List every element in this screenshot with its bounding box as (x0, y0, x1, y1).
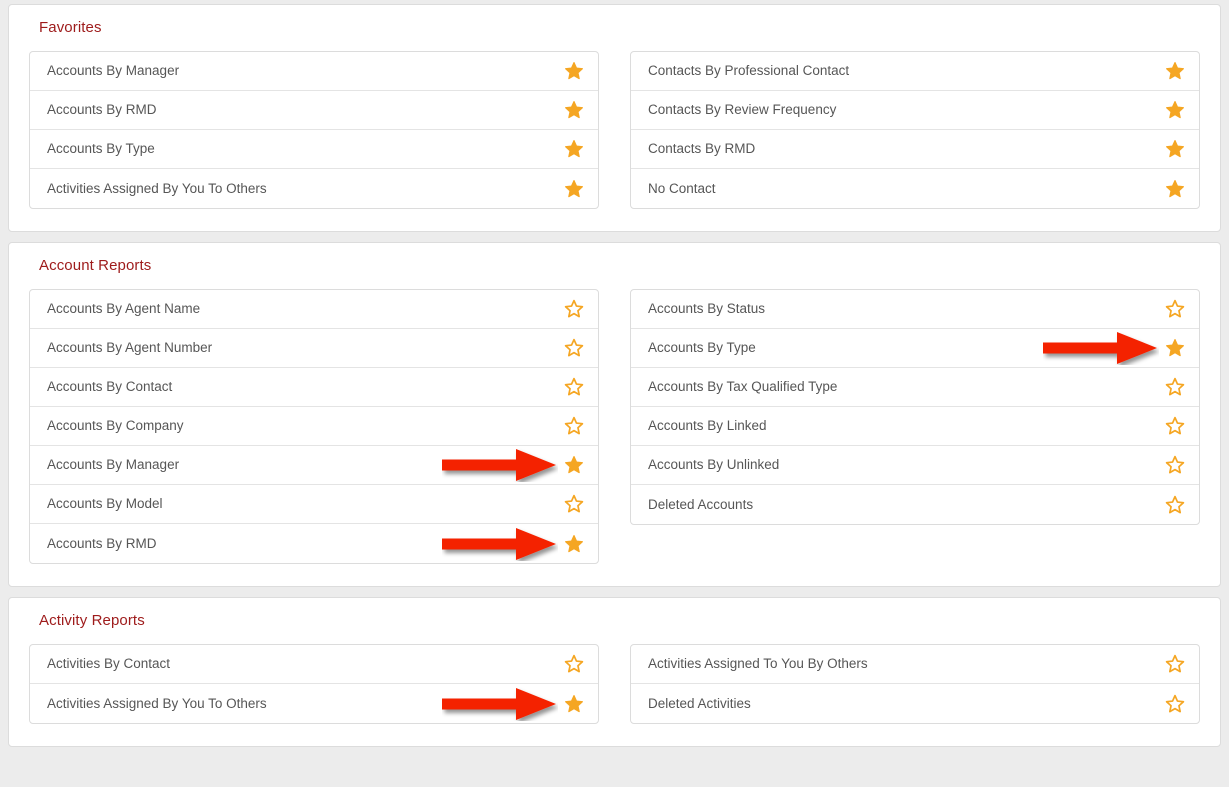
report-list-item[interactable]: Accounts By Contact (30, 368, 598, 407)
report-item-label: Accounts By Model (47, 496, 163, 511)
report-columns: Accounts By Manager Accounts By RMD Accoun… (29, 51, 1200, 209)
report-item-label: Accounts By Company (47, 418, 184, 433)
star-filled-icon[interactable] (1165, 139, 1185, 159)
report-columns: Accounts By Agent Name Accounts By Agent … (29, 289, 1200, 564)
report-item-label: Accounts By RMD (47, 102, 157, 117)
report-item-label: Accounts By Tax Qualified Type (648, 379, 838, 394)
report-item-label: Activities By Contact (47, 656, 171, 671)
star-filled-icon[interactable] (564, 61, 584, 81)
report-list-item[interactable]: Accounts By Agent Name (30, 290, 598, 329)
star-outline-icon[interactable] (1165, 495, 1185, 515)
report-item-label: Deleted Accounts (648, 496, 754, 512)
report-item-label: Accounts By Manager (47, 63, 180, 78)
report-item-label: Accounts By Agent Name (47, 301, 201, 316)
star-filled-icon[interactable] (564, 694, 584, 714)
report-item-label: Activities Assigned By You To Others (47, 180, 267, 196)
report-section-panel: Favorites Accounts By Manager Accounts By … (8, 4, 1221, 232)
report-item-label: Contacts By Review Frequency (648, 102, 837, 117)
report-list-item[interactable]: Accounts By Manager (30, 52, 598, 91)
star-outline-icon[interactable] (1165, 299, 1185, 319)
report-list-card: Accounts By Agent Name Accounts By Agent … (29, 289, 599, 564)
report-column: Contacts By Professional Contact Contacts… (630, 51, 1200, 209)
report-list-item[interactable]: Accounts By Model (30, 485, 598, 524)
report-column: Accounts By Status Accounts By Type Accoun… (630, 289, 1200, 564)
report-list-item[interactable]: Contacts By RMD (631, 130, 1199, 169)
report-list-item[interactable]: Accounts By Manager (30, 446, 598, 485)
report-list-item[interactable]: Accounts By Tax Qualified Type (631, 368, 1199, 407)
section-title: Favorites (39, 19, 102, 36)
star-filled-icon[interactable] (564, 100, 584, 120)
star-outline-icon[interactable] (1165, 694, 1185, 714)
reports-page: Favorites Accounts By Manager Accounts By … (0, 0, 1229, 787)
report-list-item[interactable]: Deleted Accounts (631, 485, 1199, 524)
report-item-label: Activities Assigned By You To Others (47, 695, 267, 711)
star-outline-icon[interactable] (564, 494, 584, 514)
report-item-label: Activities Assigned To You By Others (648, 656, 868, 671)
star-outline-icon[interactable] (564, 299, 584, 319)
report-list-item[interactable]: Contacts By Review Frequency (631, 91, 1199, 130)
report-item-label: Accounts By Linked (648, 418, 767, 433)
report-list-card: Activities Assigned To You By Others Dele… (630, 644, 1200, 724)
report-item-label: Accounts By Agent Number (47, 340, 213, 355)
report-section-panel: Activity Reports Activities By Contact Act… (8, 597, 1221, 747)
report-item-label: Accounts By RMD (47, 535, 157, 551)
report-list-item[interactable]: Activities Assigned By You To Others (30, 169, 598, 208)
star-outline-icon[interactable] (564, 338, 584, 358)
star-filled-icon[interactable] (1165, 338, 1185, 358)
report-list-item[interactable]: Accounts By Type (631, 329, 1199, 368)
report-column: Activities By Contact Activities Assigned… (29, 644, 599, 724)
report-list-card: Accounts By Manager Accounts By RMD Accoun… (29, 51, 599, 209)
report-column: Activities Assigned To You By Others Dele… (630, 644, 1200, 724)
report-item-label: No Contact (648, 180, 716, 196)
report-list-item[interactable]: Accounts By Status (631, 290, 1199, 329)
report-item-label: Contacts By Professional Contact (648, 63, 850, 78)
report-list-item[interactable]: Accounts By RMD (30, 91, 598, 130)
report-item-label: Contacts By RMD (648, 141, 756, 156)
report-columns: Activities By Contact Activities Assigned… (29, 644, 1200, 724)
report-list-item[interactable]: Accounts By Company (30, 407, 598, 446)
star-filled-icon[interactable] (1165, 100, 1185, 120)
report-list-item[interactable]: Accounts By RMD (30, 524, 598, 563)
report-list-card: Accounts By Status Accounts By Type Accoun… (630, 289, 1200, 525)
report-list-item[interactable]: Activities Assigned By You To Others (30, 684, 598, 723)
report-list-item[interactable]: Accounts By Type (30, 130, 598, 169)
section-title: Account Reports (39, 257, 152, 274)
report-item-label: Accounts By Type (47, 141, 155, 156)
star-outline-icon[interactable] (564, 416, 584, 436)
report-list-item[interactable]: Activities By Contact (30, 645, 598, 684)
report-list-card: Activities By Contact Activities Assigned… (29, 644, 599, 724)
report-list-item[interactable]: Activities Assigned To You By Others (631, 645, 1199, 684)
star-filled-icon[interactable] (564, 139, 584, 159)
star-outline-icon[interactable] (1165, 377, 1185, 397)
section-title: Activity Reports (39, 612, 145, 629)
star-outline-icon[interactable] (1165, 654, 1185, 674)
star-filled-icon[interactable] (564, 534, 584, 554)
report-item-label: Deleted Activities (648, 695, 751, 711)
report-item-label: Accounts By Manager (47, 457, 180, 472)
report-list-item[interactable]: Accounts By Linked (631, 407, 1199, 446)
star-outline-icon[interactable] (1165, 455, 1185, 475)
report-list-item[interactable]: Deleted Activities (631, 684, 1199, 723)
star-filled-icon[interactable] (1165, 61, 1185, 81)
star-filled-icon[interactable] (1165, 179, 1185, 199)
star-filled-icon[interactable] (564, 455, 584, 475)
report-item-label: Accounts By Type (648, 340, 756, 355)
report-item-label: Accounts By Status (648, 301, 766, 316)
report-list-item[interactable]: Accounts By Agent Number (30, 329, 598, 368)
star-outline-icon[interactable] (564, 654, 584, 674)
report-section-panel: Account Reports Accounts By Agent Name Acc… (8, 242, 1221, 587)
report-item-label: Accounts By Unlinked (648, 457, 780, 472)
star-outline-icon[interactable] (1165, 416, 1185, 436)
report-item-label: Accounts By Contact (47, 379, 173, 394)
report-column: Accounts By Manager Accounts By RMD Accoun… (29, 51, 599, 209)
star-filled-icon[interactable] (564, 179, 584, 199)
report-list-item[interactable]: Accounts By Unlinked (631, 446, 1199, 485)
report-list-item[interactable]: No Contact (631, 169, 1199, 208)
report-list-item[interactable]: Contacts By Professional Contact (631, 52, 1199, 91)
report-column: Accounts By Agent Name Accounts By Agent … (29, 289, 599, 564)
star-outline-icon[interactable] (564, 377, 584, 397)
report-list-card: Contacts By Professional Contact Contacts… (630, 51, 1200, 209)
